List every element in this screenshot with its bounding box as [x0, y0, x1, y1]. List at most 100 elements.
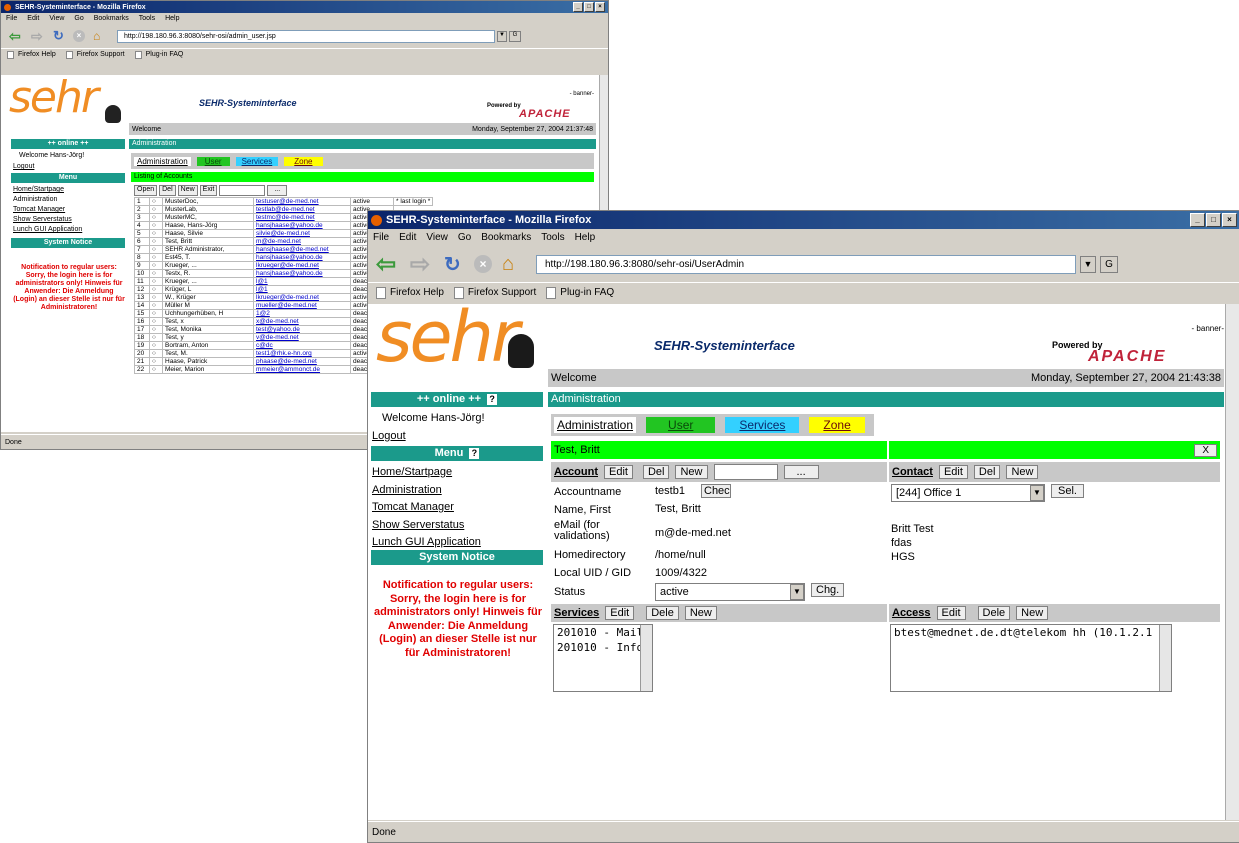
account-email[interactable]: c@dc: [253, 341, 351, 350]
tab-user[interactable]: User: [196, 156, 230, 166]
radio-select[interactable]: ○: [149, 253, 163, 262]
radio-icon[interactable]: ○: [152, 271, 156, 277]
menu-view[interactable]: View: [44, 15, 69, 22]
account-email[interactable]: 1@2: [253, 309, 351, 318]
account-email[interactable]: l@1: [253, 285, 351, 294]
bookmark-plugin-faq[interactable]: Plug-in FAQ: [134, 50, 183, 59]
account-email[interactable]: hansjhaase@de-med.net: [253, 245, 351, 254]
menu-help[interactable]: Help: [570, 232, 601, 243]
radio-icon[interactable]: ○: [152, 231, 156, 237]
radio-icon[interactable]: ○: [152, 199, 156, 205]
sidebar-item-tomcat[interactable]: Tomcat Manager: [13, 205, 82, 215]
radio-select[interactable]: ○: [149, 293, 163, 302]
close-record-button[interactable]: X: [1194, 443, 1217, 457]
reload-icon[interactable]: ↻: [444, 252, 474, 277]
menu-tools[interactable]: Tools: [536, 232, 569, 243]
logout-link[interactable]: Logout: [372, 430, 406, 442]
radio-icon[interactable]: ○: [152, 247, 156, 253]
check-button[interactable]: Chec: [701, 484, 731, 498]
account-search-input[interactable]: [713, 464, 778, 480]
services-delete-button[interactable]: Dele: [646, 606, 679, 620]
account-email[interactable]: lkrueger@de-med.net: [253, 293, 351, 302]
sidebar-item-tomcat[interactable]: Tomcat Manager: [372, 499, 481, 517]
radio-select[interactable]: ○: [149, 341, 163, 350]
radio-icon[interactable]: ○: [152, 343, 156, 349]
list-item[interactable]: btest@mednet.de.dt@telekom hh (10.1.2.1 …: [891, 625, 1171, 640]
sidebar-item-home[interactable]: Home/Startpage: [372, 464, 481, 482]
table-row[interactable]: 1 ○ MusterDoc, testuser@de-med.net active * l…: [134, 197, 434, 206]
maximize-icon[interactable]: □: [1206, 213, 1221, 227]
tab-administration[interactable]: Administration: [554, 417, 637, 433]
help-icon[interactable]: ?: [469, 448, 480, 459]
bookmark-firefox-support[interactable]: Firefox Support: [65, 50, 125, 59]
radio-select[interactable]: ○: [149, 237, 163, 246]
scrollbar[interactable]: [1225, 304, 1239, 820]
stop-icon[interactable]: ×: [474, 255, 492, 273]
forward-arrow-icon[interactable]: ⇨: [31, 28, 53, 45]
radio-icon[interactable]: ○: [152, 287, 156, 293]
close-icon[interactable]: ×: [595, 2, 605, 12]
chevron-down-icon[interactable]: ▼: [790, 584, 804, 600]
go-icon[interactable]: G: [509, 30, 521, 42]
account-email[interactable]: v@de-med.net: [253, 333, 351, 342]
menu-bookmarks[interactable]: Bookmarks: [89, 15, 134, 22]
access-edit-button[interactable]: Edit: [936, 606, 966, 620]
radio-select[interactable]: ○: [149, 221, 163, 230]
change-status-button[interactable]: Chg.: [811, 583, 845, 597]
radio-icon[interactable]: ○: [152, 319, 156, 325]
radio-icon[interactable]: ○: [152, 295, 156, 301]
menu-file[interactable]: File: [1, 15, 22, 22]
sidebar-item-lunch-gui[interactable]: Lunch GUI Application: [372, 534, 481, 552]
open-button[interactable]: Open: [134, 185, 158, 196]
home-icon[interactable]: ⌂: [502, 253, 528, 276]
radio-select[interactable]: ○: [149, 229, 163, 238]
radio-icon[interactable]: ○: [152, 327, 156, 333]
radio-select[interactable]: ○: [149, 357, 163, 366]
contact-edit-button[interactable]: Edit: [938, 465, 968, 479]
account-browse-button[interactable]: ...: [783, 465, 819, 479]
services-list[interactable]: 201010 - Mail 201010 - Info: [553, 624, 653, 692]
menu-edit[interactable]: Edit: [22, 15, 44, 22]
radio-icon[interactable]: ○: [152, 359, 156, 365]
account-email[interactable]: silvie@de-med.net: [253, 229, 351, 238]
account-email[interactable]: hansjhaase@yahoo.de: [253, 269, 351, 278]
radio-icon[interactable]: ○: [152, 263, 156, 269]
chevron-down-icon[interactable]: ▼: [1030, 485, 1044, 501]
list-item[interactable]: 201010 - Mail: [554, 625, 652, 640]
services-edit-button[interactable]: Edit: [605, 606, 635, 620]
menu-view[interactable]: View: [421, 232, 453, 243]
list-scrollbar[interactable]: [640, 625, 652, 691]
account-email[interactable]: testlab@de-med.net: [253, 205, 351, 214]
sidebar-item-lunch-gui[interactable]: Lunch GUI Application: [13, 225, 82, 235]
radio-select[interactable]: ○: [149, 197, 163, 206]
radio-icon[interactable]: ○: [152, 367, 156, 373]
access-delete-button[interactable]: Dele: [977, 606, 1011, 620]
radio-select[interactable]: ○: [149, 365, 163, 374]
exit-button[interactable]: Exit: [199, 185, 218, 196]
radio-icon[interactable]: ○: [152, 223, 156, 229]
new-button[interactable]: New: [177, 185, 198, 196]
radio-select[interactable]: ○: [149, 333, 163, 342]
account-email[interactable]: lkrueger@de-med.net: [253, 261, 351, 270]
url-dropdown-icon[interactable]: ▼: [1080, 255, 1096, 273]
reload-icon[interactable]: ↻: [53, 28, 73, 44]
close-icon[interactable]: ×: [1222, 213, 1237, 227]
bookmark-plugin-faq[interactable]: Plug-in FAQ: [546, 286, 614, 299]
account-email[interactable]: m@de-med.net: [253, 237, 351, 246]
contact-delete-button[interactable]: Del: [973, 465, 1001, 479]
radio-select[interactable]: ○: [149, 213, 163, 222]
sidebar-item-home[interactable]: Home/Startpage: [13, 185, 82, 195]
radio-icon[interactable]: ○: [152, 207, 156, 213]
url-bar[interactable]: http://198.180.96.3:8080/sehr-osi/UserAd…: [536, 254, 1076, 274]
browse-button[interactable]: ...: [267, 185, 288, 196]
url-bar[interactable]: http://198.180.96.3:8080/sehr-osi/admin_…: [117, 29, 495, 43]
radio-select[interactable]: ○: [149, 349, 163, 358]
bookmark-firefox-support[interactable]: Firefox Support: [453, 286, 536, 299]
menu-bookmarks[interactable]: Bookmarks: [476, 232, 536, 243]
radio-select[interactable]: ○: [149, 317, 163, 326]
account-email[interactable]: hansjhaase@yahoo.de: [253, 221, 351, 230]
bookmark-firefox-help[interactable]: Firefox Help: [376, 286, 444, 299]
account-email[interactable]: l@1: [253, 277, 351, 286]
stop-icon[interactable]: ×: [73, 30, 85, 42]
account-email[interactable]: hansjhaase@yahoo.de: [253, 253, 351, 262]
